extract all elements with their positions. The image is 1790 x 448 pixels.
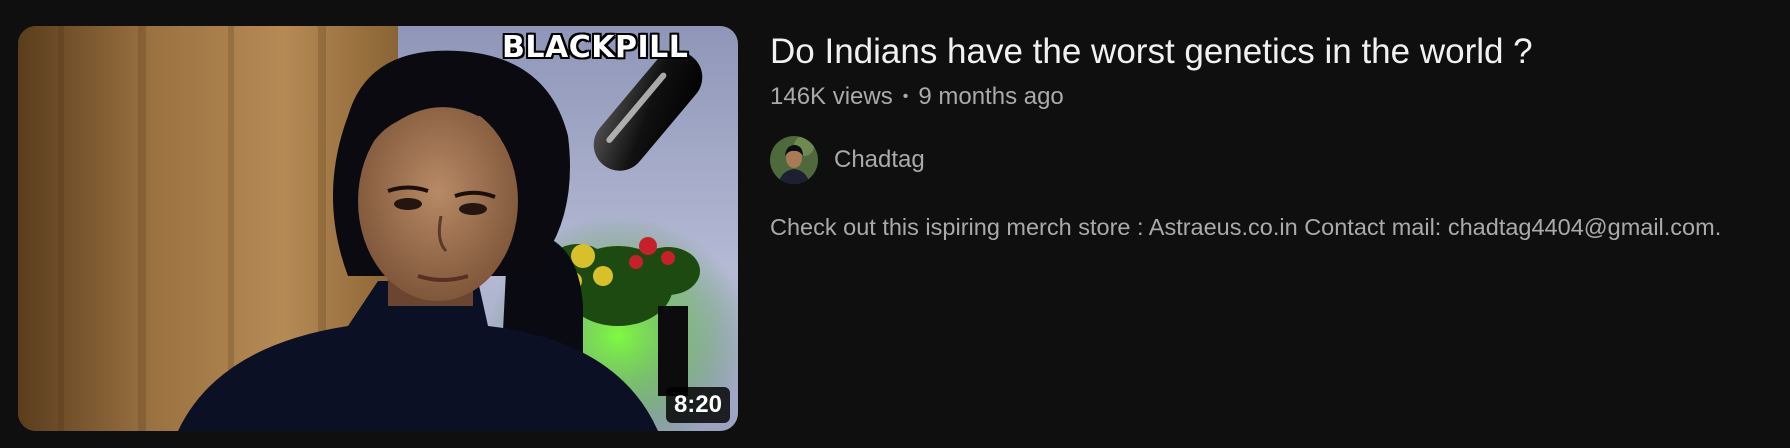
- video-description-snippet: Check out this ispiring merch store : As…: [770, 214, 1722, 240]
- channel-avatar[interactable]: [770, 136, 818, 184]
- avatar-image: [770, 136, 818, 184]
- channel-name[interactable]: Chadtag: [834, 146, 925, 174]
- video-thumbnail[interactable]: BLACKPILL 8:20: [18, 26, 738, 431]
- channel-link[interactable]: Chadtag: [770, 136, 1770, 184]
- thumbnail-caption: BLACKPILL: [502, 30, 689, 65]
- video-metadata: 146K views • 9 months ago: [770, 80, 1770, 114]
- video-result-card: BLACKPILL 8:20 Do Indians have the worst…: [0, 0, 1790, 448]
- duration-badge: 8:20: [665, 387, 730, 423]
- video-title[interactable]: Do Indians have the worst genetics in th…: [770, 28, 1770, 76]
- video-details: Do Indians have the worst genetics in th…: [770, 28, 1770, 244]
- upload-age: 9 months ago: [918, 83, 1064, 110]
- meta-separator: •: [902, 88, 909, 105]
- view-count: 146K views: [770, 83, 893, 110]
- thumbnail-image: [18, 26, 738, 431]
